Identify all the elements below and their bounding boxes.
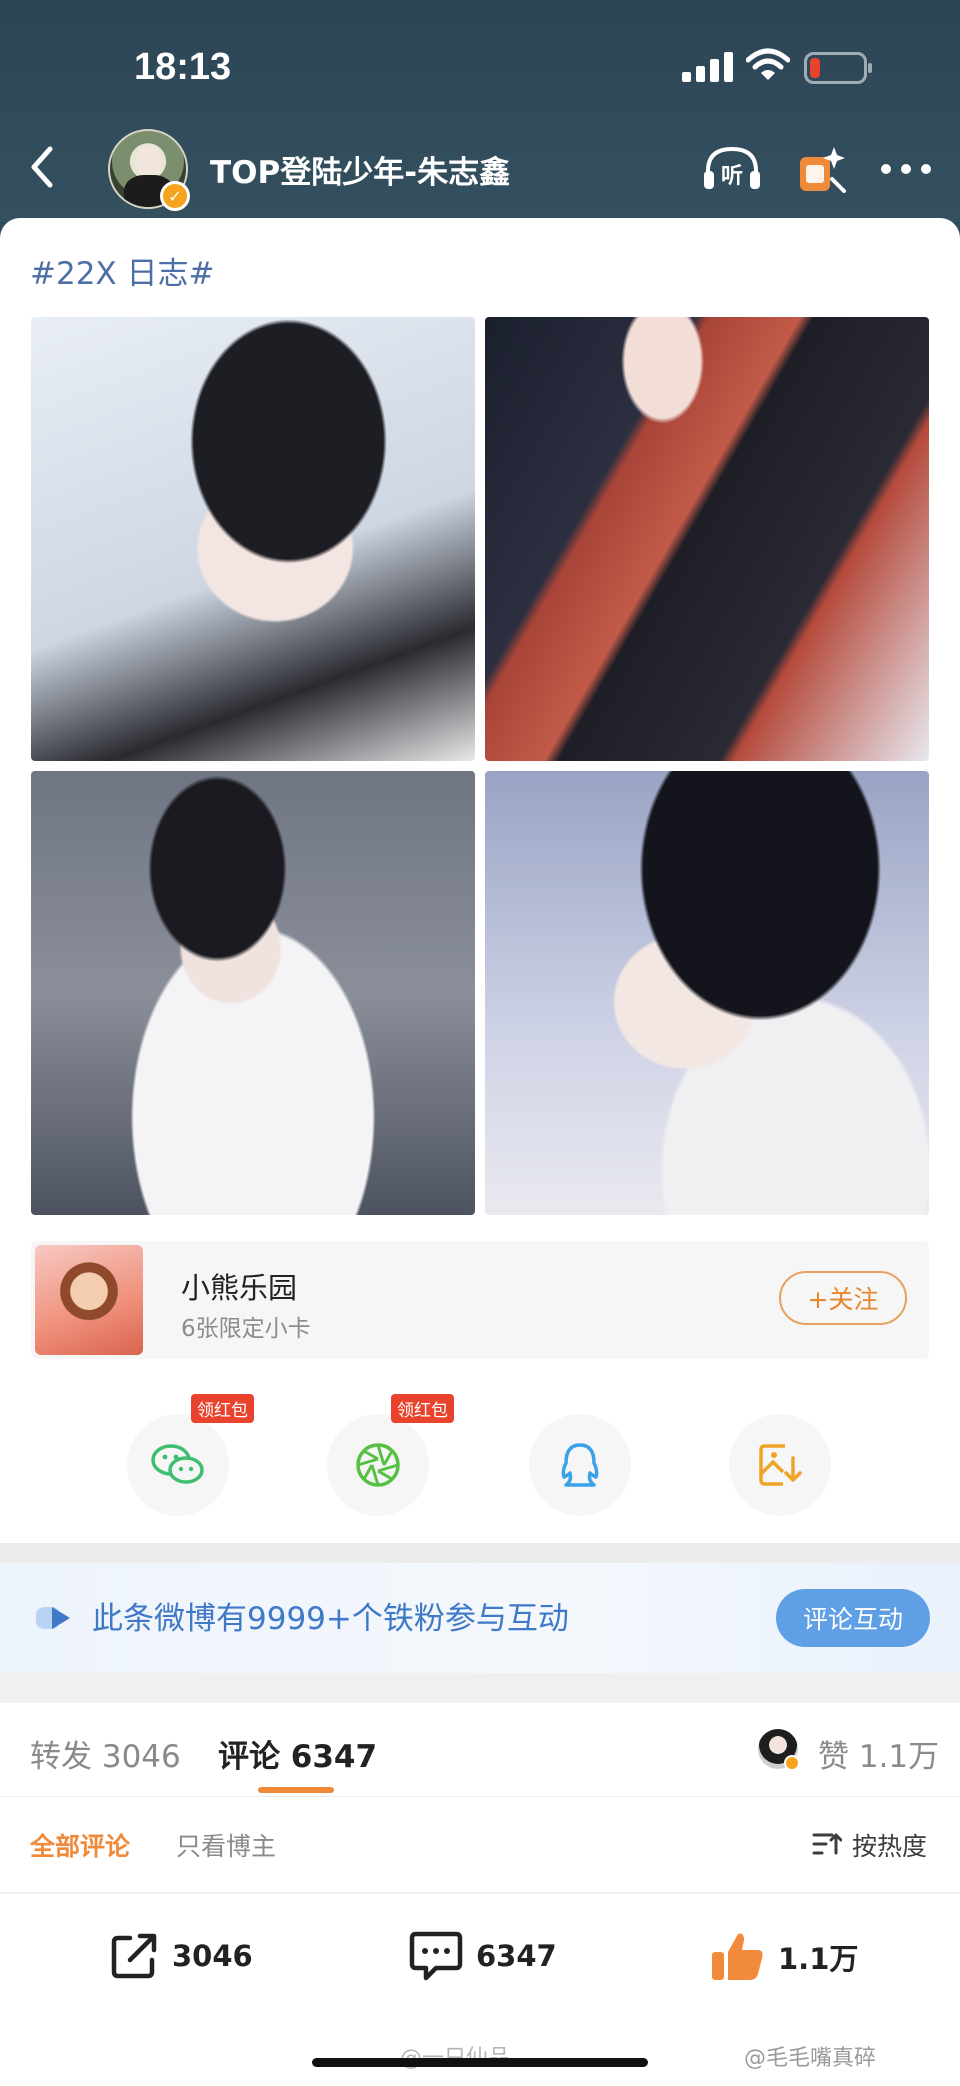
liker-verified-badge-icon [784, 1755, 800, 1771]
filter-owner-only[interactable]: 只看博主 [176, 1827, 276, 1863]
tab-repost[interactable]: 转发 3046 [30, 1731, 181, 1776]
comment-count: 6347 [476, 1939, 557, 1973]
watermark-right: @毛毛嘴真碎 [744, 2046, 877, 2071]
more-options-icon[interactable] [878, 159, 934, 179]
account-name[interactable]: TOP登陆少年-朱志鑫 [210, 147, 510, 192]
svg-text:听: 听 [721, 164, 743, 189]
share-qq-button[interactable] [529, 1414, 631, 1516]
save-image-button[interactable] [729, 1414, 831, 1516]
active-tab-indicator [258, 1787, 334, 1793]
comment-filter-row: 全部评论 只看博主 按热度 [0, 1797, 960, 1893]
post-photo-4[interactable] [485, 771, 929, 1215]
back-arrow-icon[interactable] [22, 143, 62, 191]
repost-count: 3046 [172, 1939, 253, 1973]
filter-all-comments[interactable]: 全部评论 [30, 1827, 130, 1863]
comment-button[interactable]: 6347 [408, 1930, 557, 1982]
like-count: 1.1万 [778, 1942, 859, 1976]
verified-badge-icon: ✓ [160, 181, 190, 211]
wifi-icon [746, 48, 790, 80]
fan-badge-icon [36, 1607, 70, 1629]
tab-comment[interactable]: 评论 6347 [218, 1731, 377, 1776]
follow-button[interactable]: +关注 [779, 1271, 907, 1325]
sparkle-gift-icon[interactable] [794, 141, 850, 197]
share-wechat-button[interactable]: 领红包 [127, 1394, 254, 1516]
battery-low-icon [804, 52, 872, 84]
avatar-face [136, 145, 162, 177]
sticker-thumbnail [35, 1245, 143, 1355]
engagement-tabs: 转发 3046 评论 6347 赞 1.1万 [0, 1703, 960, 1797]
home-indicator[interactable] [312, 2058, 648, 2067]
sticker-title: 小熊乐园 [181, 1271, 298, 1305]
cellular-signal-icon [682, 52, 733, 82]
sticker-promo-card[interactable]: 小熊乐园 6张限定小卡 +关注 [31, 1241, 929, 1359]
like-button[interactable]: 1.1万 [710, 1930, 858, 1984]
tab-like[interactable]: 赞 1.1万 [818, 1731, 939, 1776]
wechat-icon [151, 1444, 204, 1484]
repost-icon [111, 1933, 157, 1979]
comment-interaction-button[interactable]: 评论互动 [776, 1589, 930, 1647]
repost-button[interactable]: 3046 [108, 1930, 253, 1982]
sticker-subtitle: 6张限定小卡 [181, 1316, 311, 1342]
share-row: 领红包 领红包 [0, 1394, 960, 1544]
post-hashtag[interactable]: #22X 日志# [30, 248, 215, 293]
post-photo-2[interactable] [485, 317, 929, 761]
moments-icon [356, 1443, 400, 1487]
listen-headphone-icon[interactable]: 听 [700, 141, 764, 197]
section-divider [0, 1673, 960, 1703]
title-bar: ✓ TOP登陆少年-朱志鑫 听 [0, 125, 960, 215]
fan-interaction-text: 此条微博有9999+个铁粉参与互动 [92, 1601, 569, 1637]
redpacket-tag: 领红包 [391, 1394, 454, 1423]
comment-icon [409, 1931, 463, 1981]
watermark-left: @一只仙品 [400, 2040, 510, 2072]
top-header: 18:13 ✓ TOP登陆少年-朱志鑫 听 [0, 0, 960, 222]
fan-interaction-banner[interactable]: 此条微博有9999+个铁粉参与互动 评论互动 [0, 1563, 960, 1673]
thumbs-up-icon [712, 1933, 763, 1980]
qq-icon [561, 1443, 599, 1487]
status-time: 18:13 [134, 46, 232, 88]
sort-icon[interactable] [812, 1831, 842, 1857]
save-image-icon [759, 1444, 802, 1486]
post-photo-3[interactable] [31, 771, 475, 1215]
status-bar: 18:13 [0, 0, 960, 130]
share-moments-button[interactable]: 领红包 [327, 1394, 454, 1516]
bottom-action-bar: 3046 6347 1.1万 [0, 1893, 960, 2013]
sort-by-hot[interactable]: 按热度 [852, 1827, 927, 1863]
section-divider [0, 1543, 960, 1563]
post-photo-1[interactable] [31, 317, 475, 761]
redpacket-tag: 领红包 [191, 1394, 254, 1423]
